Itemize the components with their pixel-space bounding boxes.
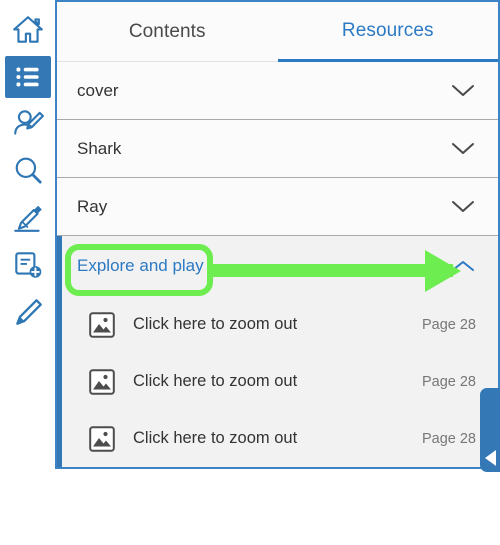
- list-item-title: Click here to zoom out: [133, 315, 298, 333]
- rail-item-search[interactable]: [0, 147, 55, 194]
- tab-bar: Contents Resources: [57, 2, 498, 62]
- rail-item-add-note[interactable]: [0, 241, 55, 288]
- rail-item-contents-list[interactable]: [0, 53, 55, 100]
- image-icon: [89, 368, 115, 395]
- tab-contents[interactable]: Contents: [57, 2, 278, 62]
- tab-contents-label: Contents: [128, 20, 206, 42]
- triangle-left-icon: [484, 450, 496, 466]
- fountain-pen-icon: [13, 205, 42, 232]
- accordion-label: Explore and play: [77, 256, 204, 275]
- app-root: Contents Resources cover Shark Ray Explo…: [0, 0, 500, 545]
- tab-resources-label: Resources: [341, 19, 434, 41]
- user-annotate-icon: [13, 109, 44, 135]
- tool-rail: [0, 0, 55, 545]
- list-item-title: Click here to zoom out: [133, 372, 298, 390]
- resources-panel: Contents Resources cover Shark Ray Explo…: [55, 0, 500, 469]
- chevron-down-icon[interactable]: [450, 199, 476, 214]
- chevron-down-icon[interactable]: [450, 141, 476, 156]
- add-note-icon: [14, 251, 41, 278]
- accordion-row-shark[interactable]: Shark: [57, 120, 498, 178]
- list-icon: [15, 67, 39, 86]
- panel-wrapper: Contents Resources cover Shark Ray Explo…: [55, 0, 500, 545]
- chevron-up-icon[interactable]: [450, 259, 476, 274]
- accordion-row-cover[interactable]: cover: [57, 62, 498, 120]
- rail-item-home[interactable]: [0, 6, 55, 53]
- rail-item-pen[interactable]: [0, 194, 55, 241]
- rail-item-highlighter[interactable]: [0, 288, 55, 335]
- accordion-label: Shark: [77, 138, 122, 158]
- highlighter-icon: [15, 298, 42, 325]
- tab-resources[interactable]: Resources: [277, 2, 498, 62]
- list-item-page: Page 28: [421, 430, 476, 447]
- list-item-page: Page 28: [421, 316, 476, 333]
- accordion-label: Ray: [77, 196, 108, 216]
- search-icon: [15, 157, 42, 184]
- home-icon: [12, 15, 43, 43]
- list-item-title: Click here to zoom out: [133, 429, 298, 447]
- list-item[interactable]: Click here to zoom out Page 28: [62, 296, 498, 353]
- rail-item-annotate-user[interactable]: [0, 100, 55, 147]
- accordion-row-ray[interactable]: Ray: [57, 178, 498, 236]
- list-item[interactable]: Click here to zoom out Page 28: [62, 410, 498, 467]
- accordion-row-explore-and-play[interactable]: Explore and play: [57, 236, 498, 296]
- chevron-down-icon[interactable]: [450, 83, 476, 98]
- image-icon: [89, 425, 115, 452]
- resource-list: Click here to zoom out Page 28 Click her…: [57, 296, 498, 467]
- image-icon: [89, 311, 115, 338]
- panel-collapse-handle[interactable]: [480, 388, 500, 472]
- list-item[interactable]: Click here to zoom out Page 28: [62, 353, 498, 410]
- list-item-page: Page 28: [421, 373, 476, 390]
- accordion-label: cover: [77, 80, 119, 100]
